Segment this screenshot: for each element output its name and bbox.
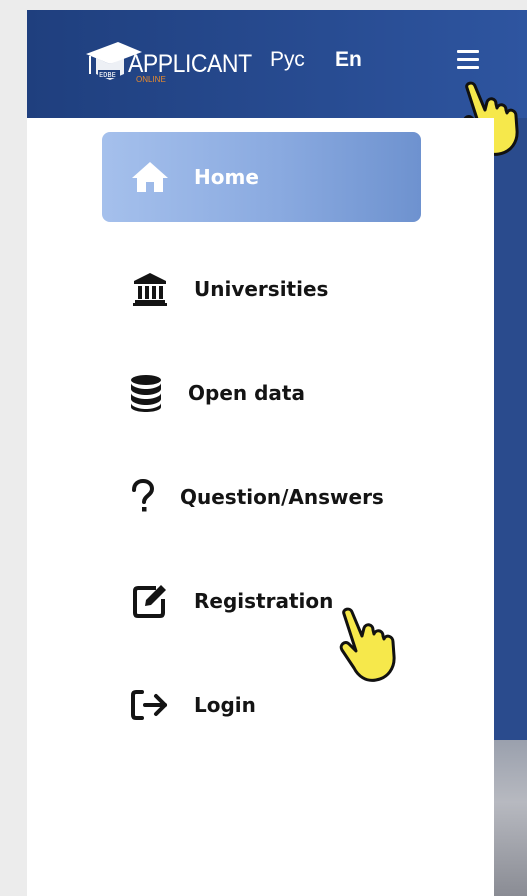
svg-text:EDBE: EDBE: [99, 71, 116, 79]
menu-item-home[interactable]: Home: [102, 132, 421, 222]
app-screen: EDBE APPLICANT ONLINE Рус En Home Univer…: [27, 10, 527, 896]
menu-item-label: Registration: [194, 589, 334, 613]
menu-item-question-answers[interactable]: Question/Answers: [102, 452, 421, 542]
menu-item-label: Open data: [188, 381, 305, 405]
logo-subtext: ONLINE: [136, 75, 166, 84]
side-menu: Home Universities Open data Question/Ans…: [27, 118, 494, 896]
menu-item-universities[interactable]: Universities: [102, 244, 421, 334]
pointer-hand-icon: [339, 607, 396, 682]
home-icon: [130, 157, 170, 197]
menu-item-label: Universities: [194, 277, 329, 301]
menu-item-open-data[interactable]: Open data: [102, 348, 421, 438]
database-icon: [126, 373, 166, 413]
top-navbar: EDBE APPLICANT ONLINE Рус En: [27, 10, 527, 118]
menu-item-label: Question/Answers: [180, 485, 384, 509]
menu-item-label: Login: [194, 693, 256, 717]
question-icon: [122, 477, 162, 517]
university-icon: [130, 269, 170, 309]
menu-item-label: Home: [194, 165, 259, 189]
language-ru-link[interactable]: Рус: [270, 48, 305, 72]
login-icon: [130, 685, 170, 725]
edit-icon: [130, 581, 170, 621]
language-en-link[interactable]: En: [335, 48, 362, 72]
logo[interactable]: EDBE APPLICANT ONLINE: [84, 38, 252, 88]
hamburger-menu-icon[interactable]: [457, 50, 479, 70]
